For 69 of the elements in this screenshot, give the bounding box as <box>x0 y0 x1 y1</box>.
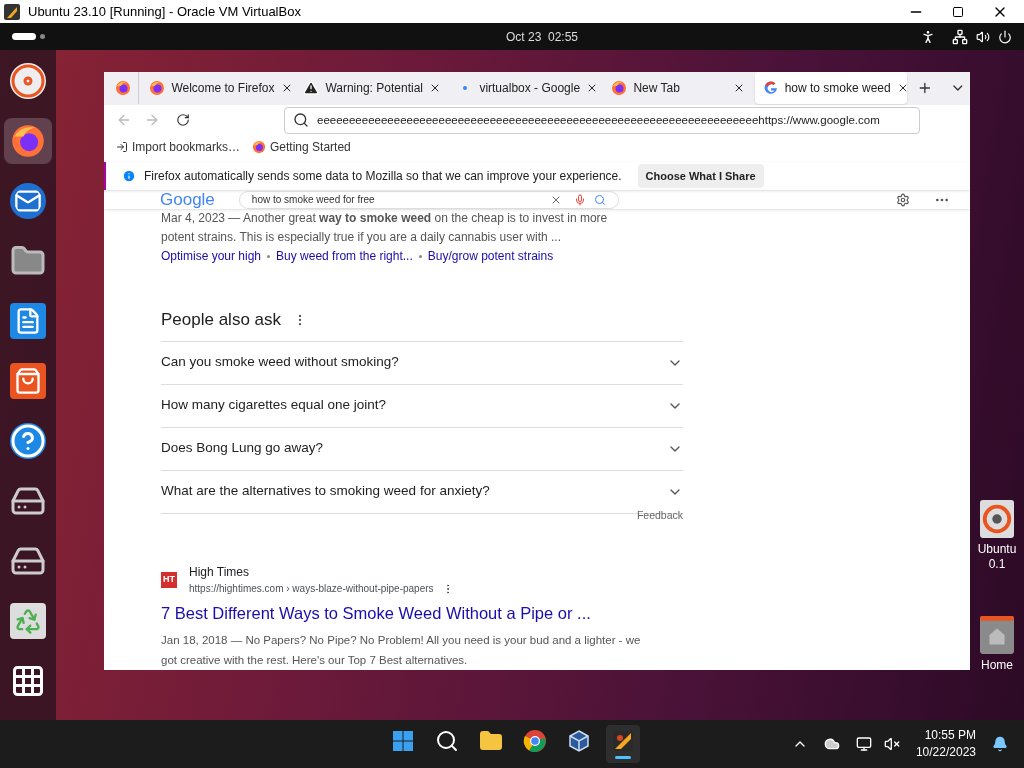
workspace-indicator[interactable] <box>12 33 36 40</box>
disc-icon[interactable] <box>10 63 46 99</box>
bookmark-item[interactable]: Import bookmarks… <box>116 138 241 157</box>
desktop-icon[interactable]: Ubuntu 0.1 <box>977 500 1017 572</box>
choose-button[interactable]: Choose What I Share <box>637 163 764 189</box>
cloud-icon[interactable] <box>823 736 840 752</box>
firefox-icon <box>252 140 267 155</box>
question-row[interactable]: Can you smoke weed without smoking? <box>161 341 683 385</box>
accessibility-icon[interactable] <box>920 28 936 45</box>
settings-icon[interactable] <box>896 192 910 207</box>
mute-icon[interactable] <box>883 736 900 752</box>
cube-icon[interactable] <box>567 729 591 753</box>
browser-tab[interactable]: New Tab <box>603 72 753 105</box>
app-grid-icon[interactable] <box>10 663 46 699</box>
import-icon <box>116 141 128 154</box>
browser-tab[interactable]: how to smoke weed <box>754 72 907 105</box>
browser-tab[interactable]: virtualbox - Google <box>449 72 602 105</box>
section-title: People also ask <box>161 309 282 331</box>
bookmark-item[interactable]: Getting Started <box>252 138 351 157</box>
result-title[interactable]: 7 Best Different Ways to Smoke Weed Without a Pipe or ... <box>161 601 970 626</box>
bell-icon[interactable] <box>992 736 1008 752</box>
icon-label: Ubuntu 0.1 <box>977 542 1017 572</box>
sitelink[interactable]: Optimise your high <box>161 247 262 265</box>
help-icon[interactable] <box>10 423 46 459</box>
maximize-icon[interactable] <box>952 5 964 18</box>
document-icon[interactable] <box>10 303 46 339</box>
firefox-icon <box>115 80 132 97</box>
volume-icon[interactable] <box>976 29 990 44</box>
notification-text: Firefox automatically sends some data to Mozilla so that we can improve your experience. <box>144 168 622 186</box>
shopping-bag-icon[interactable] <box>10 363 46 399</box>
firefox-icon <box>149 80 166 97</box>
warning-icon <box>303 80 320 97</box>
sitelink[interactable]: Buy weed from the right... <box>276 247 413 265</box>
browser-tab[interactable]: Warning: Potential <box>295 72 448 105</box>
browser-tab[interactable]: Welcome to Firefox <box>141 72 294 105</box>
clock[interactable]: Oct 23 02:55 <box>506 27 579 46</box>
firefox-icon <box>611 80 628 97</box>
google-icon <box>762 80 779 97</box>
home-icon <box>980 616 1014 654</box>
power-icon[interactable] <box>998 29 1012 44</box>
search-icon[interactable] <box>435 729 459 753</box>
mic-icon[interactable] <box>573 193 586 206</box>
network-icon[interactable] <box>855 736 872 752</box>
sitelink[interactable]: Buy/grow potent strains <box>427 247 554 265</box>
app-icon <box>4 3 20 20</box>
taskbar-item[interactable] <box>606 725 640 763</box>
reload-icon[interactable] <box>176 113 190 128</box>
clock[interactable]: 10:55 PM 10/22/2023 <box>915 727 976 761</box>
google-logo: Google <box>160 191 215 208</box>
search-icon <box>293 112 309 129</box>
question-row[interactable]: How many cigarettes equal one joint? <box>161 384 683 428</box>
site-url: https://hightimes.com › ways-blaze-without-pipe-papers <box>189 582 434 597</box>
window-title: Ubuntu 23.10 [Running] - Oracle VM VirtualBox <box>28 2 301 21</box>
result-snippet: Jan 18, 2018 — No Papers? No Pipe? No Problem! All you need is your bud and a lighter - we got creative with the rest. Here's our Top 7 Best alternatives. <box>161 633 641 668</box>
info-icon <box>122 169 136 184</box>
dock-item[interactable] <box>4 118 52 164</box>
folder-icon[interactable] <box>479 729 503 753</box>
result-snippet: Mar 4, 2023 — Another great way to smoke weed on the cheap is to invest in more potent strains. This is especially true if you are a daily cannabis user with ... <box>161 210 609 246</box>
desktop-icon[interactable]: Home <box>980 616 1014 673</box>
network-icon[interactable] <box>952 28 968 45</box>
icon-label: Home <box>981 658 1013 673</box>
site-favicon: HT <box>161 571 177 588</box>
site-name: High Times <box>189 564 251 582</box>
firefox-icon <box>10 123 46 159</box>
question-row[interactable]: Does Bong Lung go away? <box>161 427 683 471</box>
address-field[interactable]: eeeeeeeeeeeeeeeeeeeeeeeeeeeeeeeeeeeeeeeeeeeeeeeeeeeeeeeeeeeeeeeeeeeeehttps://www.google.com <box>284 106 920 134</box>
mail-icon[interactable] <box>10 183 46 219</box>
browser-icon[interactable] <box>523 729 547 753</box>
windows-icon[interactable] <box>391 729 415 753</box>
